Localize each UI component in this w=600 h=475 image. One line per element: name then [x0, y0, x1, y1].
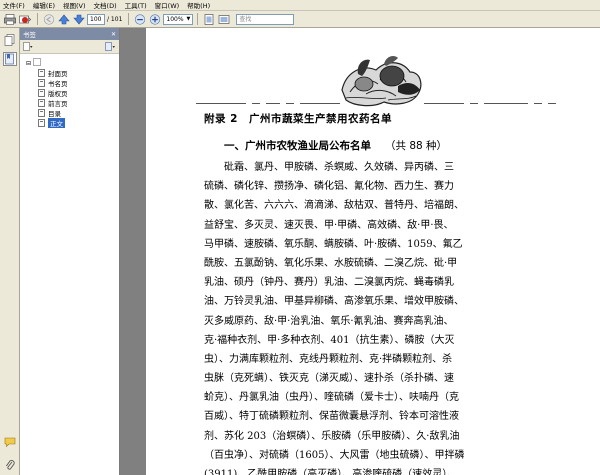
pages-icon[interactable] — [3, 33, 17, 47]
menu-view[interactable]: 视图(V) — [63, 0, 86, 10]
zoom-select[interactable]: 100% ▼ — [163, 13, 194, 25]
bookmarks-panel-title: 书签 — [23, 31, 36, 39]
header-rule — [484, 103, 528, 104]
bookmark-item-cover[interactable]: 封面页 — [26, 68, 119, 78]
collapse-icon[interactable]: ⊟ — [26, 60, 31, 67]
menu-tools[interactable]: 工具(T) — [125, 0, 147, 10]
text-line: 砒霜、氯丹、甲胺磷、杀螟威、久效磷、异丙磷、三 — [224, 162, 454, 173]
bookmark-icon — [38, 89, 45, 97]
attachments-icon[interactable] — [3, 458, 17, 472]
text-line: 灭多威原药、敌·甲·治乳油、氧乐·氰乳油、赛奔高乳油、 — [204, 315, 454, 327]
bookmark-item-toc[interactable]: 目录 — [26, 108, 119, 118]
text-line: 马甲磷、速胺磷、氧乐酮、螨胺磷、叶·胺磷、1059、氟乙 — [204, 238, 463, 250]
text-line: (3911)、乙酰甲胺磷（高灭磷）、高渗喹硫磷（速效灵）、 — [204, 469, 458, 475]
bookmark-icon — [38, 119, 45, 127]
navigation-pane-strip — [0, 28, 20, 475]
bookmark-icon — [38, 69, 45, 77]
menu-window[interactable]: 窗口(W) — [155, 0, 180, 10]
header-rule — [300, 103, 340, 104]
text-line: 虫）、力满库颗粒剂、克线丹颗粒剂、克·拌磷颗粒剂、杀 — [204, 353, 453, 365]
toolbar-separator — [197, 13, 199, 25]
email-pdf-icon[interactable] — [18, 13, 31, 26]
text-line: 剂、苏化 203（治螟磷）、乐胺磷（乐甲胺磷）、久·敌乳油 — [204, 430, 460, 442]
text-line: 酰胺、五氯酚钠、氧化乐果、水胺硫磷、二溴乙烷、砒·甲 — [204, 257, 458, 269]
new-bookmark-icon[interactable] — [105, 42, 116, 51]
document-viewport[interactable]: 附录 2 广州市蔬菜生产禁用农药名单 一、广州市农牧渔业局公布名单 （共 88 种… — [120, 28, 600, 475]
zoom-value: 100% — [166, 15, 184, 23]
appendix-title: 附录 2 广州市蔬菜生产禁用农药名单 — [204, 113, 392, 125]
bookmark-tree: ⊟ 封面页 书名页 版权页 前言页 目录 正文 — [20, 54, 119, 128]
print-icon[interactable] — [3, 13, 16, 26]
section-heading: 一、广州市农牧渔业局公布名单 （共 88 种） — [224, 138, 447, 153]
header-rule — [196, 103, 246, 104]
menu-bar: 文件(F) 编辑(E) 视图(V) 文档(D) 工具(T) 窗口(W) 帮助(H… — [0, 0, 600, 11]
menu-file[interactable]: 文件(F) — [3, 0, 25, 10]
fit-page-icon[interactable] — [202, 13, 215, 26]
bookmark-item-copyright[interactable]: 版权页 — [26, 88, 119, 98]
back-icon[interactable] — [42, 13, 55, 26]
body-text: 砒霜、氯丹、甲胺磷、杀螟威、久效磷、异丙磷、三 硫磷、磷化锌、攒扬净、磷化铝、氰… — [204, 158, 574, 475]
page-total-label: / 101 — [107, 15, 123, 23]
bookmark-label: 目录 — [48, 110, 61, 118]
page-number-input[interactable]: 100 — [87, 13, 105, 25]
search-input[interactable]: 查找 — [236, 13, 295, 25]
comments-icon[interactable] — [3, 435, 17, 449]
menu-edit[interactable]: 编辑(E) — [33, 0, 55, 10]
toolbar-separator — [37, 13, 38, 25]
header-rule — [470, 103, 478, 104]
text-line: 益舒宝、多灭灵、速灭畏、甲·甲磷、高效磷、敌·甲·畏、 — [204, 219, 454, 231]
bookmark-label: 前言页 — [48, 100, 68, 108]
bookmark-label: 正文 — [48, 118, 65, 128]
menu-help[interactable]: 帮助(H) — [187, 0, 210, 10]
text-line: 蚧克）、丹氯乳油（虫丹）、喹硫磷（爱卡士）、呋喃丹（克 — [204, 392, 459, 404]
text-line: 百威）、特丁硫磷颗粒剂、保苗微囊悬浮剂、铃本可溶性液 — [204, 411, 459, 423]
bookmark-item-preface[interactable]: 前言页 — [26, 98, 119, 108]
text-line: 乳油、硕丹（钟丹、赛丹）乳油、二溴氯丙烷、蝇毒磷乳 — [204, 277, 454, 289]
text-line: 硫磷、磷化锌、攒扬净、磷化铝、氰化物、西力生、赛力 — [204, 181, 454, 193]
header-rule — [266, 103, 280, 104]
section-title: 一、广州市农牧渔业局公布名单 — [224, 140, 371, 152]
text-line: 克·福种衣剂、甲·多种衣剂、401（抗生素）、磷胺（大灭 — [204, 334, 455, 346]
header-rule — [252, 103, 260, 104]
chevron-down-icon: ▼ — [186, 15, 191, 22]
bookmark-item-body[interactable]: 正文 — [26, 118, 119, 128]
options-menu-icon[interactable] — [23, 42, 33, 51]
bookmarks-panel: 书签 ✕ ⊟ 封面页 书名页 版权页 前言页 目录 正文 — [20, 28, 120, 475]
zoom-in-icon[interactable] — [148, 13, 161, 26]
text-line: （百虫净）、对硫磷（1605）、大风雷（地虫硫磷）、甲拌磷 — [204, 449, 465, 461]
bookmark-label: 封面页 — [48, 70, 68, 78]
section-count: （共 88 种） — [385, 140, 448, 152]
fit-width-icon[interactable] — [217, 13, 230, 26]
pdf-page: 附录 2 广州市蔬菜生产禁用农药名单 一、广州市农牧渔业局公布名单 （共 88 种… — [146, 28, 600, 475]
text-line: 虫脒（克死螨）、铁灭克（涕灭威）、速扑杀（杀扑磷、速 — [204, 373, 454, 385]
header-rule — [534, 103, 542, 104]
bookmarks-panel-header: 书签 ✕ — [20, 28, 119, 40]
zoom-out-icon[interactable] — [133, 13, 146, 26]
bookmarks-panel-toolbar — [20, 40, 119, 54]
bookmark-icon — [38, 79, 45, 87]
bookmark-icon — [38, 109, 45, 117]
vegetable-illustration — [341, 56, 422, 107]
bookmark-root[interactable]: ⊟ — [26, 58, 119, 68]
bookmark-icon — [38, 99, 45, 107]
text-line: 散、氯化苦、六六六、滴滴涕、敌枯双、普特丹、培福朗、 — [204, 200, 464, 212]
close-icon[interactable]: ✕ — [111, 31, 116, 38]
bookmark-label: 版权页 — [48, 90, 68, 98]
header-rule — [286, 103, 294, 104]
toolbar-separator — [128, 13, 130, 25]
bookmarks-tab-icon[interactable] — [3, 52, 17, 66]
root-bookmark-icon — [33, 58, 41, 68]
header-rule — [548, 103, 556, 104]
previous-page-icon[interactable] — [57, 13, 70, 26]
bookmark-item-title-page[interactable]: 书名页 — [26, 78, 119, 88]
bookmark-label: 书名页 — [48, 80, 68, 88]
next-page-icon[interactable] — [72, 13, 85, 26]
menu-document[interactable]: 文档(D) — [94, 0, 117, 10]
header-rule — [424, 103, 464, 104]
text-line: 油、万铃灵乳油、甲基异柳磷、高渗氧乐果、增效甲胺磷、 — [204, 296, 464, 308]
toolbar: 100 / 101 100% ▼ 查找 — [0, 11, 600, 28]
